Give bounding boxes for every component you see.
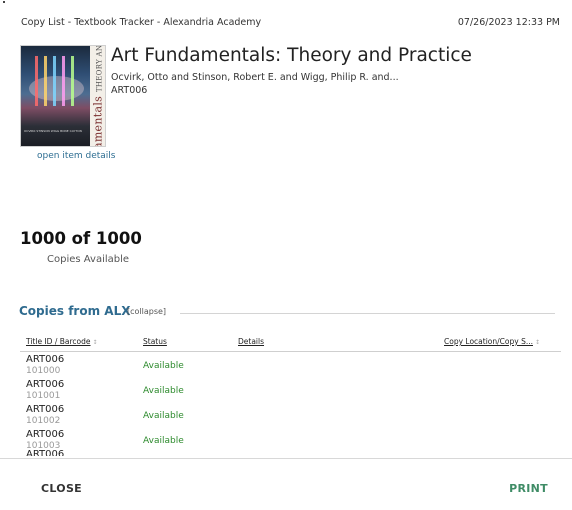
title-id-cell: ART006 bbox=[26, 449, 65, 456]
column-header-label: Status bbox=[143, 337, 167, 346]
column-header-copy-location[interactable]: Copy Location/Copy S... ↕ bbox=[444, 337, 540, 346]
open-item-details-link[interactable]: open item details bbox=[37, 151, 116, 161]
cover-ray bbox=[71, 56, 74, 106]
table-row[interactable]: ART006 101001 Available bbox=[0, 379, 572, 404]
barcode-cell: 101000 bbox=[26, 366, 61, 376]
cover-ray bbox=[53, 56, 56, 106]
sort-icon: ↕ bbox=[92, 339, 98, 346]
status-cell: Available bbox=[143, 411, 184, 421]
window-title: Copy List - Textbook Tracker - Alexandri… bbox=[21, 17, 262, 28]
section-divider bbox=[180, 313, 555, 314]
book-title: Art Fundamentals: Theory and Practice bbox=[111, 45, 472, 66]
column-header-details[interactable]: Details bbox=[238, 337, 264, 346]
book-code: ART006 bbox=[111, 85, 148, 96]
sort-icon: ↕ bbox=[534, 339, 541, 346]
title-id-cell: ART006 bbox=[26, 404, 65, 415]
status-cell: Available bbox=[143, 386, 184, 396]
status-cell: Available bbox=[143, 436, 184, 446]
section-title: Copies from ALX bbox=[19, 304, 131, 318]
table-row[interactable]: ART006 101000 Available bbox=[0, 354, 572, 379]
cover-art: OCVIRK STINSON WIGG BONE CAYTON bbox=[21, 46, 91, 146]
copies-table-body[interactable]: ART006 101000 Available ART006 101001 Av… bbox=[0, 352, 572, 456]
cover-spine-subtitle: THEORY AND PRACTICE bbox=[95, 46, 103, 92]
table-row[interactable]: ART006 101002 Available bbox=[0, 404, 572, 429]
title-bar: Copy List - Textbook Tracker - Alexandri… bbox=[0, 0, 572, 44]
column-header-label: Title ID / Barcode bbox=[26, 337, 91, 346]
book-cover-image: OCVIRK STINSON WIGG BONE CAYTON art fund… bbox=[20, 45, 106, 147]
cover-spine-title: art fundamentals bbox=[91, 95, 104, 147]
status-cell: Available bbox=[143, 361, 184, 371]
cover-ray bbox=[35, 56, 38, 106]
timestamp: 07/26/2023 12:33 PM bbox=[457, 17, 560, 28]
title-id-cell: ART006 bbox=[26, 354, 65, 365]
barcode-cell: 101002 bbox=[26, 416, 61, 426]
copies-count: 1000 of 1000 bbox=[20, 229, 142, 248]
window-dot bbox=[3, 1, 5, 3]
dialog-footer: CLOSE PRINT bbox=[0, 458, 572, 510]
book-authors: Ocvirk, Otto and Stinson, Robert E. and … bbox=[111, 72, 399, 83]
cover-ray bbox=[62, 56, 65, 106]
copies-available-label: Copies Available bbox=[47, 254, 130, 265]
print-button[interactable]: PRINT bbox=[509, 482, 548, 495]
cover-spine-text: art fundamentals THEORY AND PRACTICE bbox=[91, 46, 104, 147]
cover-authors: OCVIRK STINSON WIGG BONE CAYTON bbox=[24, 129, 82, 133]
column-header-label: Details bbox=[238, 337, 265, 346]
cover-spine: art fundamentals THEORY AND PRACTICE bbox=[90, 46, 105, 146]
title-id-cell: ART006 bbox=[26, 429, 65, 440]
table-row[interactable]: ART006 bbox=[0, 449, 572, 456]
cover-ray bbox=[44, 56, 47, 106]
column-header-label: Copy Location/Copy S... bbox=[444, 337, 533, 346]
close-button[interactable]: CLOSE bbox=[41, 482, 82, 495]
barcode-cell: 101001 bbox=[26, 391, 61, 401]
column-header-status[interactable]: Status bbox=[143, 337, 167, 346]
title-id-cell: ART006 bbox=[26, 379, 65, 390]
collapse-link[interactable]: [collapse] bbox=[127, 307, 166, 316]
column-header-title-id[interactable]: Title ID / Barcode ↕ bbox=[26, 337, 98, 346]
